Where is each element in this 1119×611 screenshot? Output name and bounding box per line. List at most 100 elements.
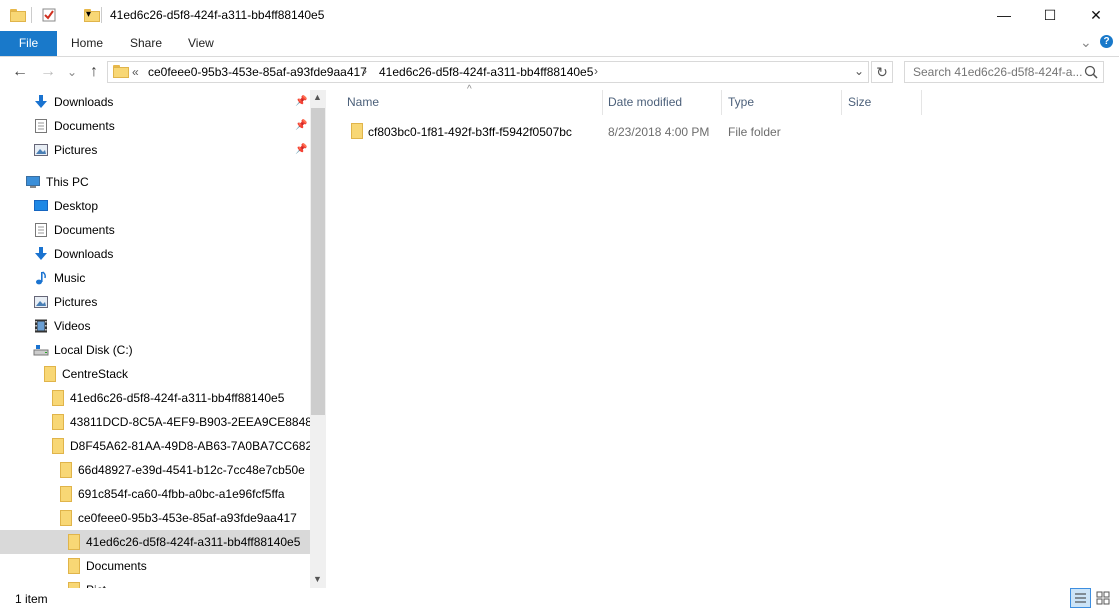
tree-item[interactable]: 43811DCD-8C5A-4EF9-B903-2EEA9CE88487 — [0, 410, 319, 434]
nav-item-music[interactable]: Music — [0, 266, 310, 290]
tab-home[interactable]: Home — [71, 31, 103, 56]
nav-item-label: Desktop — [54, 199, 99, 213]
folder-icon — [52, 438, 64, 454]
pictures-icon — [33, 142, 49, 166]
tree-item-label: 41ed6c26-d5f8-424f-a311-bb4ff88140e5 — [86, 535, 301, 549]
tree-item[interactable]: 41ed6c26-d5f8-424f-a311-bb4ff88140e5 — [0, 386, 310, 410]
nav-item-label: Pictures — [54, 295, 98, 309]
column-divider[interactable] — [921, 90, 922, 115]
search-icon[interactable] — [1083, 64, 1099, 80]
close-button[interactable]: ✕ — [1073, 0, 1119, 31]
nav-item-downloads[interactable]: Downloads 📌 — [0, 90, 310, 114]
nav-item-label: Music — [54, 271, 86, 285]
tree-item[interactable]: D8F45A62-81AA-49D8-AB63-7A0BA7CC682E — [0, 434, 320, 458]
column-header-type[interactable]: Type — [728, 90, 754, 115]
nav-item-label: Downloads — [54, 95, 114, 109]
tree-item[interactable]: Pict — [0, 578, 310, 588]
refresh-button[interactable]: ↻ — [871, 61, 893, 83]
minimize-button[interactable]: — — [981, 0, 1027, 31]
tree-item-label: ce0feee0-95b3-453e-85af-a93fde9aa417 — [78, 511, 297, 525]
tree-item-label: 43811DCD-8C5A-4EF9-B903-2EEA9CE88487 — [70, 415, 319, 429]
nav-item-pictures[interactable]: Pictures 📌 — [0, 138, 310, 162]
file-row[interactable]: cf803bc0-1f81-492f-b3ff-f5942f0507bc 8/2… — [340, 120, 922, 142]
nav-item-this-pc[interactable]: This PC — [0, 170, 310, 194]
folder-icon — [68, 534, 80, 550]
folder-icon — [113, 65, 129, 78]
tree-item-label: 41ed6c26-d5f8-424f-a311-bb4ff88140e5 — [70, 391, 285, 405]
folder-icon — [351, 123, 363, 139]
tab-file[interactable]: File — [0, 31, 57, 56]
breadcrumb-overflow[interactable]: « — [132, 65, 139, 79]
scroll-down-icon[interactable]: ▼ — [313, 574, 322, 584]
column-header-size[interactable]: Size — [848, 90, 871, 115]
tab-share[interactable]: Share — [130, 31, 162, 56]
large-icons-view-icon[interactable] — [1094, 589, 1113, 607]
maximize-button[interactable]: ☐ — [1027, 0, 1073, 31]
item-count: 1 item — [15, 592, 48, 606]
folder-icon — [10, 9, 26, 22]
tree-item[interactable]: ce0feee0-95b3-453e-85af-a93fde9aa417 — [0, 506, 310, 530]
window-title: 41ed6c26-d5f8-424f-a311-bb4ff88140e5 — [110, 8, 325, 22]
help-icon[interactable]: ? — [1100, 35, 1113, 48]
details-view-icon[interactable] — [1070, 588, 1091, 608]
tree-item[interactable]: Documents — [0, 554, 310, 578]
search-input[interactable] — [904, 61, 1104, 83]
nav-item-desktop[interactable]: Desktop — [0, 194, 310, 218]
tree-item[interactable]: CentreStack — [0, 362, 310, 386]
pin-icon: 📌 — [295, 144, 308, 155]
folder-icon — [60, 462, 72, 478]
nav-item-documents[interactable]: Documents 📌 — [0, 114, 310, 138]
breadcrumb-item[interactable]: ce0feee0-95b3-453e-85af-a93fde9aa417 — [148, 65, 367, 79]
tree-item-label: Pict — [86, 578, 106, 588]
sort-ascending-icon: ^ — [467, 84, 472, 95]
folder-icon — [60, 486, 72, 502]
folder-icon — [68, 558, 80, 574]
tree-item-selected[interactable]: 41ed6c26-d5f8-424f-a311-bb4ff88140e5 — [0, 530, 310, 554]
nav-item-local-disk[interactable]: Local Disk (C:) — [0, 338, 310, 362]
status-bar: 1 item — [0, 588, 1119, 611]
tree-item-label: CentreStack — [62, 367, 129, 381]
forward-button[interactable]: → — [39, 62, 57, 82]
column-header-date-modified[interactable]: Date modified — [608, 90, 682, 115]
up-button[interactable]: ↑ — [85, 62, 103, 82]
tree-item-label: Documents — [86, 559, 147, 573]
folder-icon — [60, 510, 72, 526]
nav-item-label: This PC — [46, 175, 89, 189]
nav-item-label: Videos — [54, 319, 91, 333]
nav-item-videos[interactable]: Videos — [0, 314, 310, 338]
folder-icon — [52, 390, 64, 406]
address-bar[interactable]: « ce0feee0-95b3-453e-85af-a93fde9aa417 ›… — [107, 61, 869, 83]
file-date-modified: 8/23/2018 4:00 PM — [608, 125, 710, 139]
breadcrumb-item[interactable]: 41ed6c26-d5f8-424f-a311-bb4ff88140e5 — [379, 65, 593, 79]
file-name: cf803bc0-1f81-492f-b3ff-f5942f0507bc — [368, 125, 572, 139]
nav-scrollbar-thumb[interactable] — [311, 108, 325, 415]
properties-icon[interactable] — [42, 8, 56, 22]
ribbon-expand-icon[interactable]: ⌄ — [1080, 34, 1092, 51]
address-dropdown-icon[interactable]: ⌄ — [854, 64, 864, 78]
recent-locations-button[interactable]: ⌄ — [63, 62, 81, 82]
column-header-name[interactable]: Name — [347, 90, 379, 115]
tree-item[interactable]: 66d48927-e39d-4541-b12c-7cc48e7cb50e — [0, 458, 310, 482]
back-button[interactable]: ← — [11, 62, 29, 82]
column-divider[interactable] — [602, 90, 603, 115]
nav-item-pictures[interactable]: Pictures — [0, 290, 310, 314]
tree-item-label: 691c854f-ca60-4fbb-a0bc-a1e96fcf5ffa — [78, 487, 285, 501]
nav-item-downloads[interactable]: Downloads — [0, 242, 310, 266]
pin-icon: 📌 — [295, 120, 308, 131]
nav-item-documents[interactable]: Documents — [0, 218, 310, 242]
title-bar: ▾ 41ed6c26-d5f8-424f-a311-bb4ff88140e5 —… — [0, 0, 1119, 31]
column-divider[interactable] — [841, 90, 842, 115]
ribbon — [0, 31, 1119, 57]
nav-item-label: Pictures — [54, 143, 98, 157]
scroll-up-icon[interactable]: ▲ — [313, 92, 322, 102]
tab-view[interactable]: View — [188, 31, 214, 56]
nav-item-label: Downloads — [54, 247, 114, 261]
tree-item[interactable]: 691c854f-ca60-4fbb-a0bc-a1e96fcf5ffa — [0, 482, 310, 506]
column-divider[interactable] — [721, 90, 722, 115]
pin-icon: 📌 — [295, 96, 308, 107]
breadcrumb-separator[interactable]: › — [594, 64, 598, 78]
breadcrumb-separator[interactable]: › — [363, 64, 367, 78]
divider — [101, 7, 102, 23]
customize-toolbar-icon[interactable]: ▾ — [86, 9, 91, 20]
folder-icon — [52, 414, 64, 430]
